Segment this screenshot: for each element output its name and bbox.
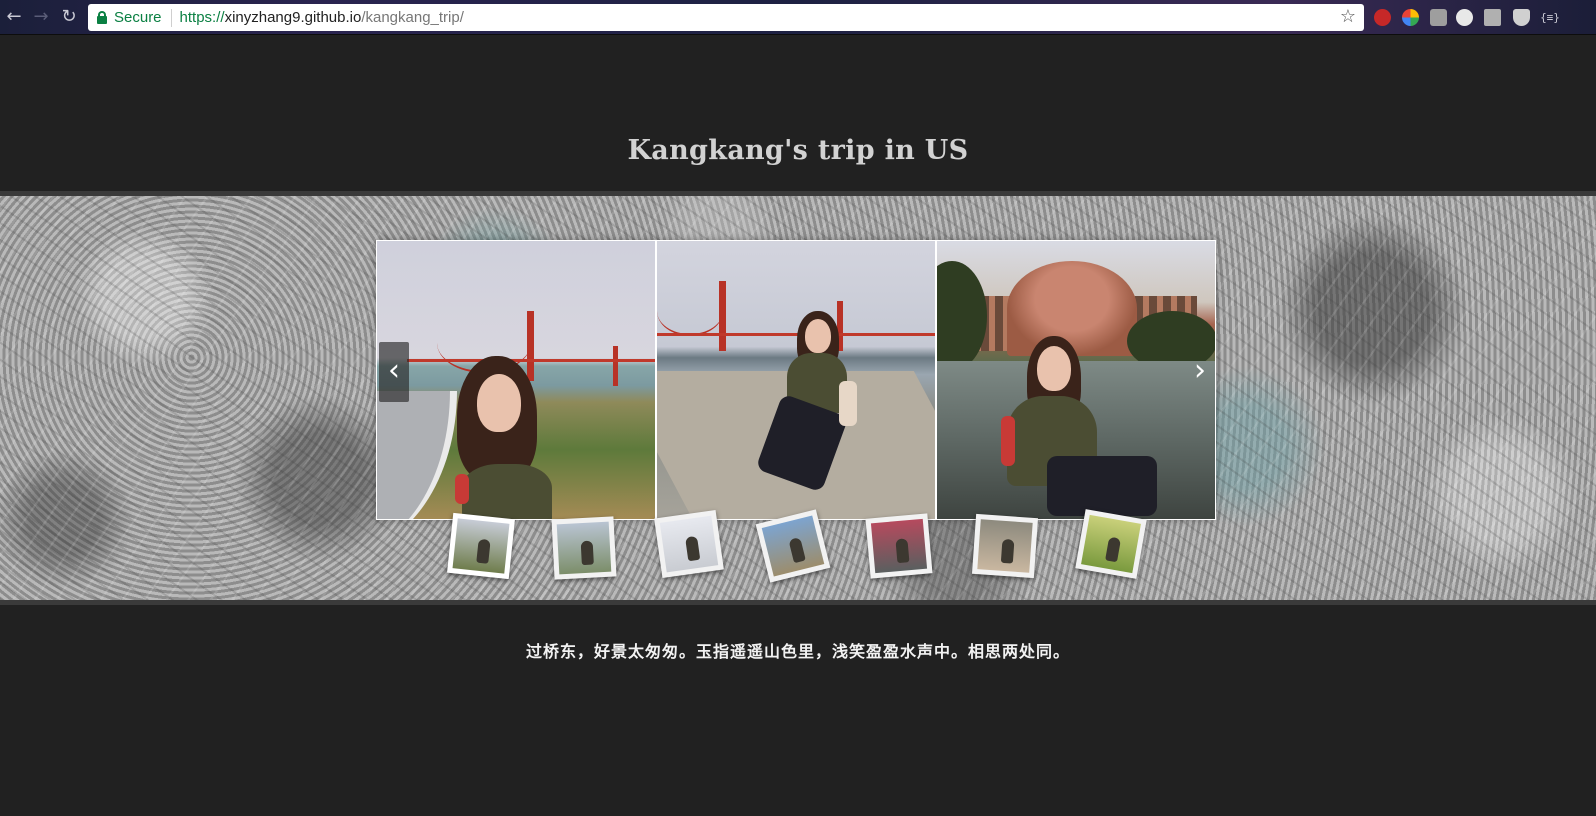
carousel-prev-button[interactable]: ‹ [379,342,409,402]
circle-extension-icon[interactable] [1456,9,1473,26]
thumbnail[interactable] [551,516,617,580]
grid-extension-icon[interactable] [1430,9,1447,26]
thumbnail-strip [440,509,1160,592]
browser-toolbar: ← → ↻ Secure https://xinyzhang9.github.i… [0,0,1596,35]
url-path: /kangkang_trip/ [361,9,464,26]
thumbnail[interactable] [1075,509,1147,579]
lock-icon [97,11,107,24]
forward-icon[interactable]: → [30,6,52,28]
thumbnail[interactable] [865,513,933,579]
json-extension-icon[interactable]: {≡} [1538,9,1562,26]
thumbnail[interactable] [654,509,724,579]
carousel-slide[interactable] [937,241,1215,519]
ublock-extension-icon[interactable] [1374,9,1391,26]
thumbnail[interactable] [971,513,1039,579]
thumbnail[interactable] [755,509,831,583]
address-bar[interactable]: Secure https://xinyzhang9.github.io/kang… [88,4,1364,31]
reload-icon[interactable]: ↻ [58,6,80,28]
carousel-slide[interactable] [657,241,935,519]
shield-extension-icon[interactable] [1513,9,1530,26]
url-host: xinyzhang9.github.io [224,9,362,26]
page-title: Kangkang's trip in US [627,135,969,166]
poem-caption: 过桥东，好景太匆匆。玉指遥遥山色里，浅笑盈盈水声中。相思两处同。 [525,642,1070,661]
back-icon[interactable]: ← [3,6,25,28]
secure-label: Secure [114,9,162,26]
chrome-extension-icon[interactable] [1402,9,1419,26]
thumbnail[interactable] [447,512,515,580]
puzzle-extension-icon[interactable] [1484,9,1501,26]
address-divider [170,8,172,27]
carousel-next-button[interactable]: › [1185,342,1215,402]
url-scheme: https:// [179,9,225,26]
carousel-slide[interactable] [377,241,655,519]
photo-carousel[interactable] [376,240,1216,520]
bookmark-star-icon[interactable]: ☆ [1340,6,1356,27]
